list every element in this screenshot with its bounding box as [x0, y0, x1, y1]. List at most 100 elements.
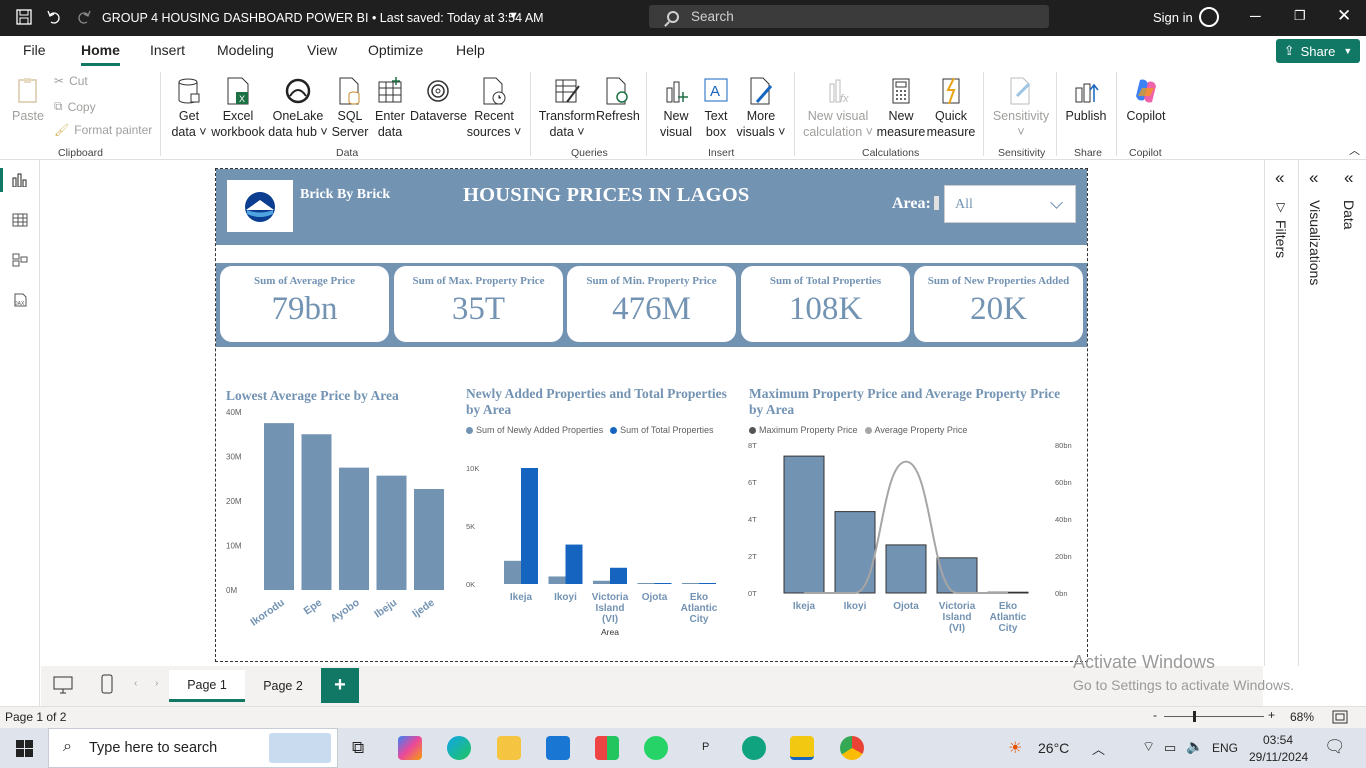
tray-chevron-icon[interactable]: ︿ — [1092, 739, 1105, 758]
copy-button[interactable]: ⧉ Copy — [54, 99, 96, 114]
excel-workbook-button[interactable]: X Excel workbook — [210, 76, 266, 140]
title-dropdown-icon[interactable]: ▼ — [508, 10, 519, 22]
menu-modeling[interactable]: Modeling — [217, 42, 274, 58]
copilot-app-icon[interactable] — [398, 736, 422, 760]
mobile-layout-icon[interactable] — [101, 674, 113, 694]
quick-measure-button[interactable]: Quick measure — [926, 76, 976, 140]
svg-text:DAX: DAX — [14, 301, 25, 307]
text-box-button[interactable]: A Text box — [698, 76, 734, 140]
page-tab-2[interactable]: Page 2 — [245, 670, 321, 702]
zoom-in-button[interactable]: + — [1268, 708, 1275, 722]
kpi-card-total-properties[interactable]: Sum of Total Properties 108K — [741, 266, 910, 342]
prev-page-icon[interactable]: ‹ — [134, 678, 137, 689]
expand-visualizations-icon[interactable]: « — [1309, 168, 1318, 188]
account-icon[interactable] — [1199, 7, 1219, 27]
whatsapp-app-icon[interactable] — [644, 736, 668, 760]
collapse-ribbon-icon[interactable]: ︿ — [1349, 142, 1360, 158]
transform-data-button[interactable]: Transform data ˅ — [538, 76, 596, 140]
new-measure-button[interactable]: New measure — [876, 76, 926, 140]
enter-data-button[interactable]: Enter data — [372, 76, 408, 140]
store-app-icon[interactable] — [595, 736, 619, 760]
menu-home[interactable]: Home — [81, 42, 120, 58]
zoom-out-button[interactable]: - — [1153, 708, 1157, 722]
data-pane-tab[interactable]: Data — [1341, 200, 1357, 230]
zoom-slider-thumb[interactable] — [1193, 711, 1196, 722]
zoom-slider[interactable] — [1164, 716, 1264, 717]
battery-icon[interactable]: ▭ — [1164, 740, 1176, 756]
menu-insert[interactable]: Insert — [150, 42, 185, 58]
kpi-card-average-price[interactable]: Sum of Average Price 79bn — [220, 266, 389, 342]
chatgpt-app-icon[interactable] — [742, 736, 766, 760]
maximize-icon[interactable]: ❐ — [1294, 8, 1306, 24]
format-painter-button[interactable]: 🖌 Format painter — [54, 123, 152, 137]
paste-button[interactable]: Paste — [10, 76, 46, 124]
filters-pane-tab[interactable]: Filters — [1273, 220, 1289, 258]
expand-data-icon[interactable]: « — [1344, 168, 1353, 188]
kpi-card-max-price[interactable]: Sum of Max. Property Price 35T — [394, 266, 563, 342]
refresh-button[interactable]: Refresh — [596, 76, 640, 124]
search-input[interactable]: Search — [649, 5, 1049, 28]
dax-query-view-icon[interactable]: DAX — [12, 293, 28, 307]
recent-sources-button[interactable]: Recent sources ˅ — [466, 76, 522, 140]
taskbar-search-input[interactable]: ⌕ Type here to search — [48, 728, 338, 768]
network-icon[interactable]: ⌔ — [1142, 738, 1155, 756]
visualizations-pane-tab[interactable]: Visualizations — [1307, 200, 1323, 285]
publish-button[interactable]: Publish — [1062, 76, 1110, 124]
cut-button[interactable]: ✂ Cut — [54, 74, 88, 88]
slicer-handle — [934, 196, 939, 210]
area-slicer-dropdown[interactable]: All — [944, 185, 1076, 223]
fit-to-page-icon[interactable] — [1332, 710, 1348, 724]
weather-temperature[interactable]: 26°C — [1038, 740, 1069, 756]
next-page-icon[interactable]: › — [155, 678, 158, 689]
kpi-card-new-properties[interactable]: Sum of New Properties Added 20K — [914, 266, 1083, 342]
volume-icon[interactable]: 🔈 — [1186, 738, 1203, 755]
bar — [783, 455, 825, 594]
new-visual-button[interactable]: New visual — [656, 76, 696, 140]
publish-icon — [1072, 76, 1100, 106]
mail-app-icon[interactable] — [546, 736, 570, 760]
new-visual-calculation-button[interactable]: fx New visual calculation ˅ — [802, 76, 874, 140]
clock-time[interactable]: 03:54 — [1263, 733, 1293, 747]
redo-icon[interactable] — [76, 9, 92, 25]
menu-help[interactable]: Help — [456, 42, 485, 58]
task-view-icon[interactable]: ⧉ — [352, 738, 364, 758]
save-icon[interactable] — [16, 9, 32, 25]
clock-date[interactable]: 29/11/2024 — [1249, 750, 1308, 764]
group-label-sensitivity: Sensitivity — [998, 147, 1046, 159]
expand-filters-icon[interactable]: « — [1275, 168, 1284, 188]
sign-in-link[interactable]: Sign in — [1153, 10, 1193, 25]
menu-view[interactable]: View — [307, 42, 337, 58]
menu-file[interactable]: File — [23, 42, 46, 58]
copilot-button[interactable]: Copilot — [1122, 76, 1170, 124]
undo-icon[interactable] — [46, 9, 62, 25]
max-vs-average-price-chart[interactable]: 0T 2T 4T 6T 8T 0bn 20bn 40bn 60bn 80bn Ikeja Ikoyi O… — [742, 435, 1082, 640]
lowest-average-price-chart[interactable]: 0M 10M 20M 30M 40M Ikorodu Epe Ayobo Ibeju Ijede — [218, 400, 458, 635]
file-explorer-icon[interactable] — [497, 736, 521, 760]
new-vs-total-properties-chart[interactable]: 0K 5K 10K Ikeja Ikoyi VictoriaIsland(VI) Ojota… — [458, 440, 733, 640]
desktop-layout-icon[interactable] — [53, 676, 73, 694]
power-bi-app-icon[interactable] — [790, 736, 814, 760]
share-button[interactable]: ⇪ Share ▼ — [1276, 39, 1360, 63]
minimize-icon[interactable]: ─ — [1250, 8, 1261, 25]
language-indicator[interactable]: ENG — [1212, 741, 1238, 755]
pinned-app-p[interactable]: P — [702, 741, 709, 753]
edge-app-icon[interactable] — [447, 736, 471, 760]
model-view-icon[interactable] — [12, 253, 28, 267]
kpi-card-min-price[interactable]: Sum of Min. Property Price 476M — [567, 266, 736, 342]
table-view-icon[interactable] — [12, 213, 28, 227]
menu-optimize[interactable]: Optimize — [368, 42, 423, 58]
bar — [264, 423, 294, 590]
close-icon[interactable]: ✕ — [1337, 6, 1351, 26]
more-visuals-button[interactable]: More visuals ˅ — [736, 76, 786, 140]
notifications-icon[interactable]: 🗨 — [1324, 737, 1346, 757]
chrome-app-icon[interactable] — [840, 736, 864, 760]
sql-server-button[interactable]: SQL Server — [330, 76, 370, 140]
onelake-data-hub-button[interactable]: OneLake data hub ˅ — [268, 76, 328, 140]
report-view-icon[interactable] — [12, 173, 28, 187]
windows-start-icon[interactable] — [16, 740, 33, 757]
page-tab-1[interactable]: Page 1 — [169, 670, 245, 702]
sensitivity-button[interactable]: Sensitivity ˅ — [990, 76, 1052, 140]
dataverse-button[interactable]: Dataverse — [410, 76, 467, 124]
get-data-button[interactable]: Get data ˅ — [168, 76, 210, 140]
add-page-button[interactable]: + — [321, 668, 359, 703]
